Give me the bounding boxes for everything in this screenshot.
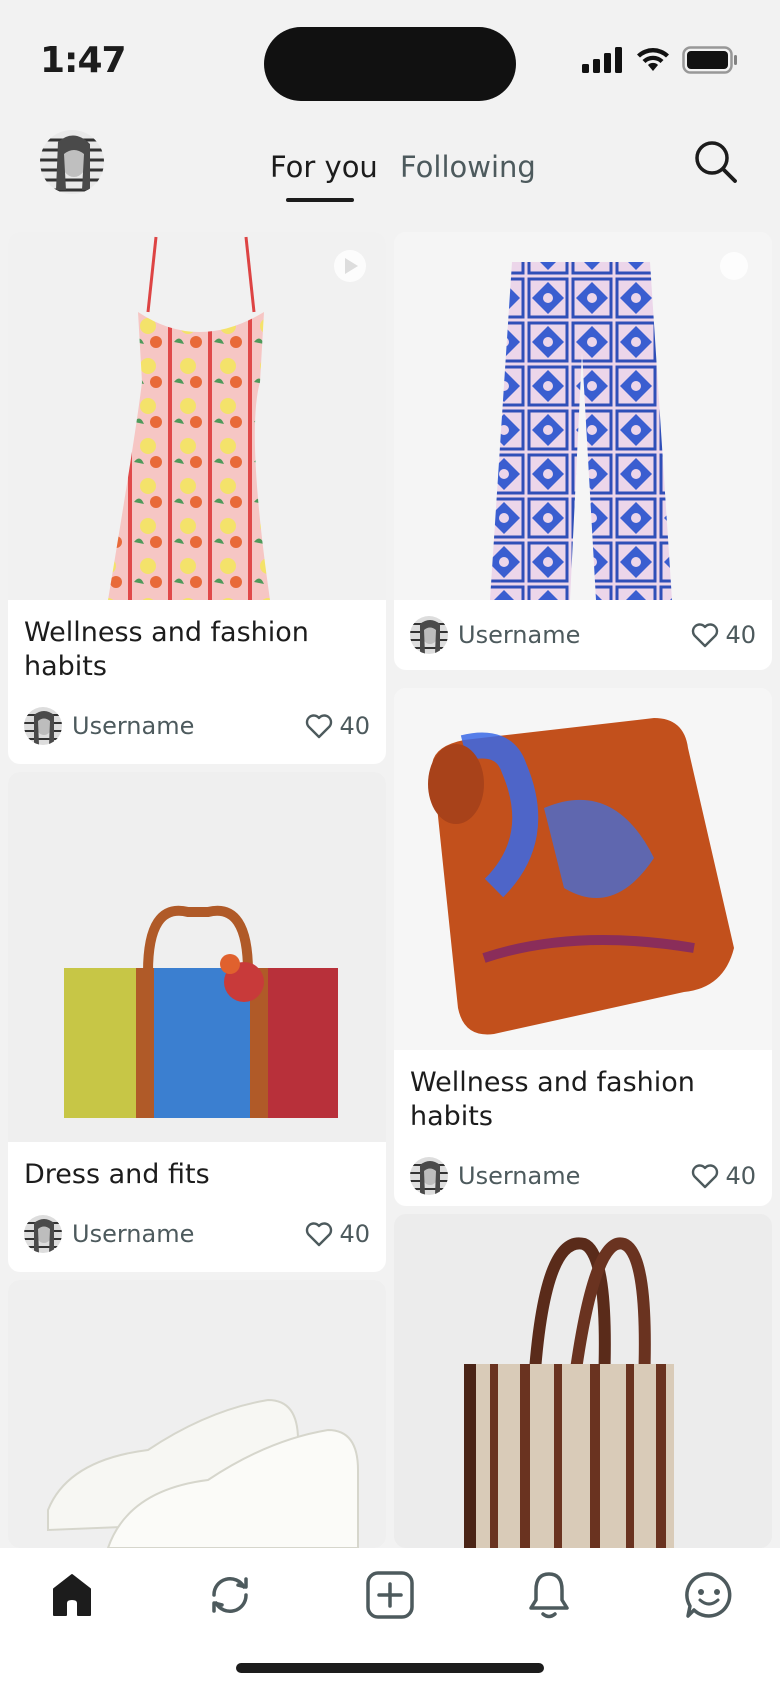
product-image-scarf (394, 688, 772, 1050)
chat-icon (685, 1572, 732, 1618)
nav-refresh[interactable] (203, 1568, 257, 1622)
username[interactable]: Username (458, 1162, 580, 1190)
dynamic-island (264, 27, 516, 101)
card-meta: Username 40 (410, 615, 756, 655)
like-count: 40 (725, 621, 756, 649)
like-count: 40 (339, 712, 370, 740)
product-image-striped-handbag (394, 1214, 772, 1548)
username[interactable]: Username (72, 1220, 194, 1248)
nav-home[interactable] (45, 1568, 99, 1622)
heart-icon (692, 623, 719, 648)
nav-notifications[interactable] (522, 1568, 576, 1622)
profile-avatar[interactable] (40, 130, 104, 194)
user-avatar[interactable] (24, 1215, 62, 1253)
like-count: 40 (339, 1220, 370, 1248)
search-icon (695, 141, 737, 183)
refresh-icon (212, 1577, 248, 1613)
card-meta: Username 40 (410, 1156, 756, 1196)
tab-following[interactable]: Following (400, 150, 536, 184)
battery-icon (682, 46, 737, 74)
bell-icon (529, 1572, 569, 1619)
heart-icon (306, 1222, 333, 1247)
product-image-tote-bag (8, 772, 386, 1142)
nav-create[interactable] (363, 1568, 417, 1622)
feed-card[interactable] (8, 1280, 386, 1548)
home-icon (53, 1574, 91, 1616)
home-indicator (236, 1663, 544, 1673)
tab-for-you[interactable]: For you (270, 150, 378, 184)
feed-card[interactable] (394, 1214, 772, 1548)
username[interactable]: Username (458, 621, 580, 649)
user-avatar[interactable] (24, 707, 62, 745)
card-meta: Username 40 (24, 1214, 370, 1254)
feed-card[interactable]: Dress and fits Username 40 (8, 772, 386, 1272)
username[interactable]: Username (72, 712, 194, 740)
top-navigation: For you Following (0, 120, 780, 220)
feed-card[interactable]: Wellness and fashion habits Username 40 (8, 232, 386, 764)
product-image-pants (394, 232, 772, 600)
product-image-dress (8, 232, 386, 600)
like-button[interactable]: 40 (691, 1162, 756, 1190)
nav-messages[interactable] (682, 1568, 736, 1622)
like-button[interactable]: 40 (305, 1220, 370, 1248)
add-icon (366, 1571, 414, 1619)
status-bar: 1:47 (0, 0, 780, 120)
active-tab-indicator (286, 198, 354, 202)
card-title: Wellness and fashion habits (24, 617, 309, 682)
user-avatar[interactable] (410, 1157, 448, 1195)
bottom-navigation (0, 1548, 780, 1688)
like-button[interactable]: 40 (305, 712, 370, 740)
cellular-signal-icon (582, 47, 622, 73)
card-meta: Username 40 (24, 706, 370, 746)
feed-card[interactable]: Username 40 (394, 232, 772, 670)
like-count: 40 (725, 1162, 756, 1190)
heart-icon (692, 1164, 719, 1189)
feed-card[interactable]: Wellness and fashion habits Username 40 (394, 688, 772, 1206)
heart-icon (306, 714, 333, 739)
status-time: 1:47 (40, 40, 127, 81)
card-title: Wellness and fashion habits (410, 1067, 695, 1132)
user-avatar[interactable] (410, 616, 448, 654)
like-button[interactable]: 40 (691, 621, 756, 649)
search-button[interactable] (692, 138, 740, 186)
wifi-icon (637, 48, 669, 71)
status-icons (582, 46, 738, 74)
card-title: Dress and fits (24, 1159, 210, 1190)
product-image-sneakers (8, 1280, 386, 1548)
